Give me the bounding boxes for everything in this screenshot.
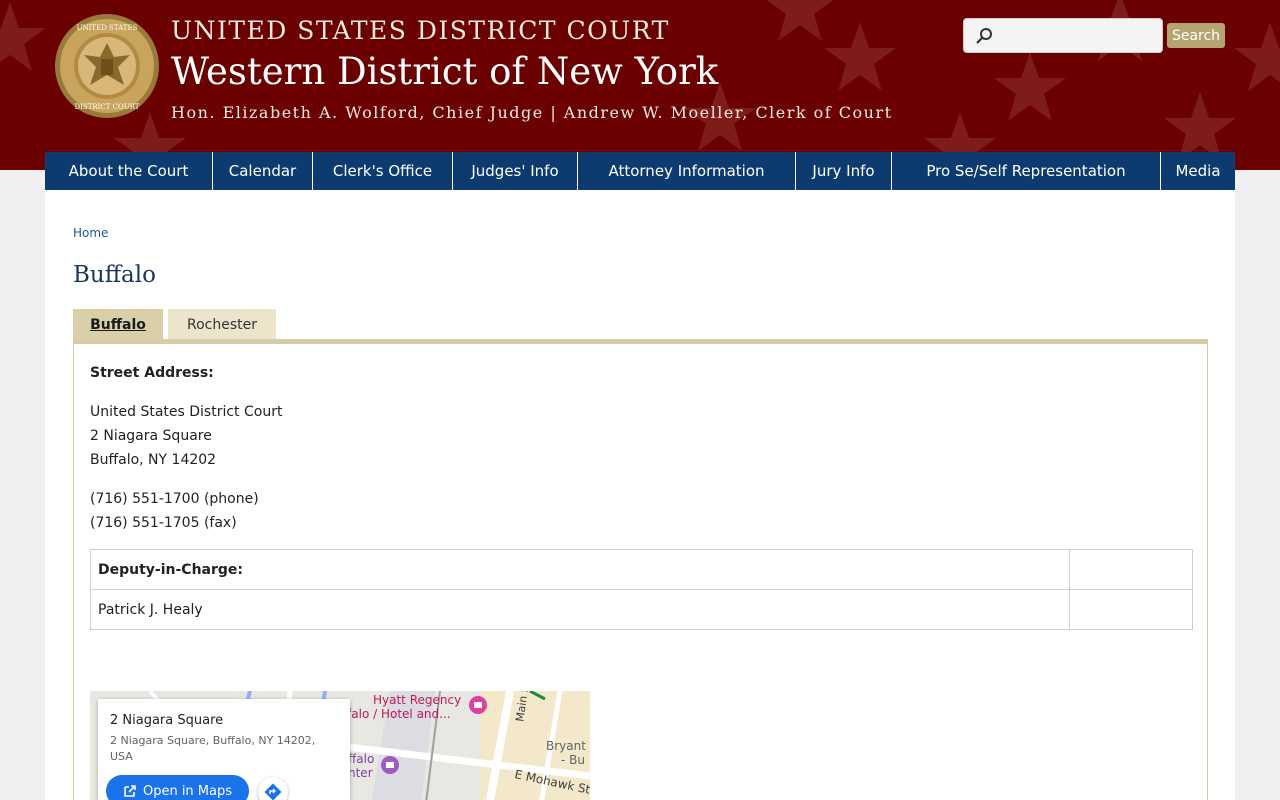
seal-text-top: UNITED STATES [77, 24, 138, 32]
address-line-2: 2 Niagara Square [90, 428, 212, 444]
deputy-table: Deputy-in-Charge: Patrick J. Healy [90, 549, 1193, 630]
nav-judges-info[interactable]: Judges' Info [453, 152, 578, 190]
judge-clerk-line: Hon. Elizabeth A. Wolford, Chief Judge |… [171, 103, 893, 122]
main-nav: About the Court Calendar Clerk's Office … [45, 152, 1235, 190]
page-title: Buffalo [73, 262, 156, 288]
search-input[interactable] [996, 23, 1156, 49]
map-label-nter: nter [348, 766, 373, 780]
table-cell-empty [1069, 589, 1193, 630]
search-icon [976, 28, 992, 44]
map-card-address: 2 Niagara Square, Buffalo, NY 14202, USA [110, 734, 316, 763]
directions-button[interactable] [258, 777, 288, 800]
tab-buffalo[interactable]: Buffalo [73, 309, 163, 341]
directions-icon [264, 783, 282, 800]
map-label-bryant-1: Bryant [546, 739, 586, 753]
deputy-label: Deputy-in-Charge: [90, 549, 1070, 590]
open-in-maps-label: Open in Maps [142, 783, 233, 799]
map-label-hyatt-1: Hyatt Regency [373, 693, 462, 707]
nav-about-the-court[interactable]: About the Court [45, 152, 213, 190]
tab-rochester[interactable]: Rochester [168, 309, 276, 341]
deputy-name: Patrick J. Healy [90, 589, 1070, 630]
seal-text-bottom: DISTRICT COURT [75, 103, 140, 111]
breadcrumb-home[interactable]: Home [73, 226, 108, 240]
district-name[interactable]: Western District of New York [171, 50, 718, 93]
search-box [963, 18, 1163, 53]
phone-number: (716) 551-1700 (phone) [90, 491, 259, 507]
court-name[interactable]: UNITED STATES DISTRICT COURT [171, 16, 670, 45]
nav-clerks-office[interactable]: Clerk's Office [313, 152, 453, 190]
site-header: UNITED STATES DISTRICT COURT UNITED STAT… [0, 0, 1280, 170]
nav-jury-info[interactable]: Jury Info [796, 152, 892, 190]
main-content: Home Buffalo Buffalo Rochester Street Ad… [45, 190, 1235, 800]
nav-attorney-information[interactable]: Attorney Information [578, 152, 796, 190]
map-label-hyatt-2: ffalo / Hotel and... [343, 707, 451, 721]
external-link-icon [124, 785, 136, 797]
street-address-label: Street Address: [90, 365, 214, 381]
table-row: Deputy-in-Charge: [90, 549, 1193, 590]
table-cell-empty [1069, 549, 1193, 590]
map-card-title: 2 Niagara Square [110, 713, 224, 728]
search-button[interactable]: Search [1167, 23, 1225, 48]
address-line-1: United States District Court [90, 404, 283, 420]
court-seal-logo: UNITED STATES DISTRICT COURT [55, 14, 159, 118]
embedded-map[interactable]: Hyatt Regency ffalo / Hotel and... Main … [90, 691, 590, 800]
tab-panel-buffalo: Street Address: United States District C… [73, 339, 1208, 800]
open-in-maps-button[interactable]: Open in Maps [106, 775, 249, 800]
nav-pro-se[interactable]: Pro Se/Self Representation [892, 152, 1161, 190]
map-info-card: 2 Niagara Square 2 Niagara Square, Buffa… [98, 699, 350, 800]
nav-media[interactable]: Media [1161, 152, 1235, 190]
fax-number: (716) 551-1705 (fax) [90, 515, 237, 531]
map-label-bryant-2: - Bu [561, 753, 585, 767]
nav-calendar[interactable]: Calendar [213, 152, 313, 190]
table-row: Patrick J. Healy [90, 589, 1193, 630]
map-label-falo: ffalo [348, 752, 375, 766]
address-line-3: Buffalo, NY 14202 [90, 452, 217, 468]
